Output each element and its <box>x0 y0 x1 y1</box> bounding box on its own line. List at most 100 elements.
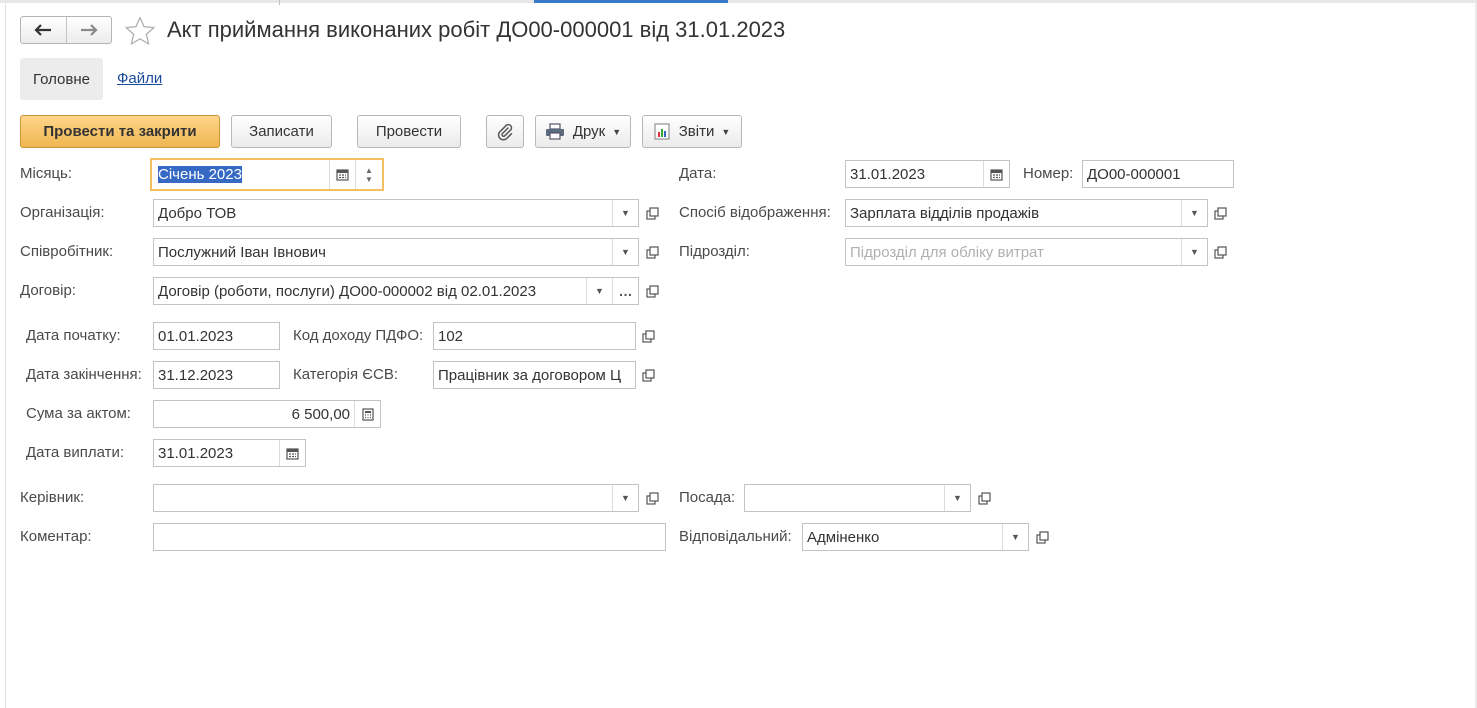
open-window-icon <box>646 206 659 220</box>
responsible-label: Відповідальний: <box>679 528 792 545</box>
payment-date-field[interactable]: 31.01.2023 <box>153 439 306 467</box>
responsible-dropdown-button[interactable]: ▼ <box>1002 524 1028 550</box>
display-method-dropdown-button[interactable]: ▼ <box>1181 200 1207 226</box>
report-chart-icon <box>654 123 670 140</box>
navigation-buttons <box>20 16 112 44</box>
contract-select-button[interactable]: … <box>612 278 638 304</box>
responsible-open-button[interactable] <box>1030 523 1055 551</box>
paperclip-icon <box>497 123 513 141</box>
ellipsis-icon: … <box>618 283 633 299</box>
start-date-value: 01.01.2023 <box>158 327 234 345</box>
save-button[interactable]: Записати <box>231 115 332 148</box>
department-open-button[interactable] <box>1208 238 1233 266</box>
organization-open-button[interactable] <box>640 199 665 227</box>
chevron-down-icon: ▼ <box>621 208 630 218</box>
calculator-button[interactable] <box>354 401 380 427</box>
contract-label: Договір: <box>20 282 76 299</box>
manager-dropdown-button[interactable]: ▼ <box>612 485 638 511</box>
spin-down-icon[interactable]: ▼ <box>365 175 373 184</box>
contract-field[interactable]: Договір (роботи, послуги) ДО00-000002 ві… <box>153 277 639 305</box>
act-sum-value: 6 500,00 <box>291 405 350 423</box>
page-title: Акт приймання виконаних робіт ДО00-00000… <box>167 17 786 42</box>
forward-button[interactable] <box>65 17 112 43</box>
chevron-down-icon: ▼ <box>621 247 630 257</box>
open-window-icon <box>1214 206 1227 220</box>
chevron-down-icon: ▼ <box>953 493 962 503</box>
calculator-icon <box>361 407 374 421</box>
star-icon[interactable] <box>124 15 156 47</box>
tab-main[interactable]: Головне <box>20 58 103 100</box>
organization-field[interactable]: Добро ТОВ ▼ <box>153 199 639 227</box>
tab-files-link[interactable]: Файли <box>117 70 162 87</box>
chevron-down-icon: ▼ <box>1011 532 1020 542</box>
responsible-field[interactable]: Адміненко ▼ <box>802 523 1029 551</box>
display-method-field[interactable]: Зарплата відділів продажів ▼ <box>845 199 1208 227</box>
number-field[interactable]: ДО00-000001 <box>1082 160 1234 188</box>
print-button[interactable]: Друк ▼ <box>535 115 631 148</box>
display-method-open-button[interactable] <box>1208 199 1233 227</box>
position-open-button[interactable] <box>972 484 997 512</box>
esv-category-open-button[interactable] <box>636 361 661 389</box>
chevron-down-icon: ▼ <box>1190 208 1199 218</box>
position-dropdown-button[interactable]: ▼ <box>944 485 970 511</box>
employee-field[interactable]: Послужний Іван Івнович ▼ <box>153 238 639 266</box>
manager-open-button[interactable] <box>640 484 665 512</box>
attach-button[interactable] <box>486 115 524 148</box>
department-label: Підрозділ: <box>679 243 750 260</box>
income-code-value: 102 <box>438 327 464 345</box>
post-button[interactable]: Провести <box>357 115 461 148</box>
chevron-down-icon: ▼ <box>595 286 604 296</box>
esv-category-value: Працівник за договором Ц <box>438 366 622 384</box>
act-sum-field[interactable]: 6 500,00 <box>153 400 381 428</box>
date-calendar-button[interactable] <box>983 161 1009 187</box>
income-code-field[interactable]: 102 <box>433 322 636 350</box>
start-date-field[interactable]: 01.01.2023 <box>153 322 280 350</box>
employee-open-button[interactable] <box>640 238 665 266</box>
number-label: Номер: <box>1023 165 1074 182</box>
organization-label: Організація: <box>20 204 105 221</box>
date-label: Дата: <box>679 165 717 182</box>
comment-field[interactable] <box>153 523 666 551</box>
chevron-down-icon: ▼ <box>721 126 731 137</box>
contract-dropdown-button[interactable]: ▼ <box>586 278 612 304</box>
spin-up-icon[interactable]: ▲ <box>365 166 373 175</box>
end-date-field[interactable]: 31.12.2023 <box>153 361 280 389</box>
department-field[interactable]: Підрозділ для обліку витрат ▼ <box>845 238 1208 266</box>
department-dropdown-button[interactable]: ▼ <box>1181 239 1207 265</box>
left-border <box>5 3 6 708</box>
employee-label: Співробітник: <box>20 243 114 260</box>
employee-value: Послужний Іван Івнович <box>158 243 326 261</box>
payment-date-label: Дата виплати: <box>26 444 125 461</box>
display-method-value: Зарплата відділів продажів <box>850 204 1040 222</box>
payment-date-calendar-button[interactable] <box>279 440 305 466</box>
open-window-icon <box>646 491 659 505</box>
organization-dropdown-button[interactable]: ▼ <box>612 200 638 226</box>
reports-button[interactable]: Звіти ▼ <box>642 115 742 148</box>
month-field[interactable]: Січень 2023 ▲ ▼ <box>150 158 384 191</box>
month-spinner[interactable]: ▲ ▼ <box>355 160 382 189</box>
open-window-icon <box>646 284 659 298</box>
chevron-down-icon: ▼ <box>1190 247 1199 257</box>
calendar-icon <box>286 447 299 460</box>
contract-value: Договір (роботи, послуги) ДО00-000002 ві… <box>158 282 537 300</box>
end-date-value: 31.12.2023 <box>158 366 234 384</box>
calendar-icon <box>336 169 349 181</box>
organization-value: Добро ТОВ <box>158 204 237 222</box>
post-and-close-button[interactable]: Провести та закрити <box>20 115 220 148</box>
position-field[interactable]: ▼ <box>744 484 971 512</box>
reports-label: Звіти <box>678 123 715 140</box>
esv-category-field[interactable]: Працівник за договором Ц <box>433 361 636 389</box>
back-button[interactable] <box>21 17 66 43</box>
manager-field[interactable]: ▼ <box>153 484 639 512</box>
calendar-button[interactable] <box>329 160 355 189</box>
date-field[interactable]: 31.01.2023 <box>845 160 1010 188</box>
employee-dropdown-button[interactable]: ▼ <box>612 239 638 265</box>
chevron-down-icon: ▼ <box>621 493 630 503</box>
income-code-open-button[interactable] <box>636 322 661 350</box>
payment-date-value: 31.01.2023 <box>158 444 234 462</box>
manager-label: Керівник: <box>20 489 85 506</box>
position-label: Посада: <box>679 489 736 506</box>
department-placeholder: Підрозділ для обліку витрат <box>850 243 1044 261</box>
contract-open-button[interactable] <box>640 277 665 305</box>
esv-category-label: Категорія ЄСВ: <box>293 366 399 383</box>
